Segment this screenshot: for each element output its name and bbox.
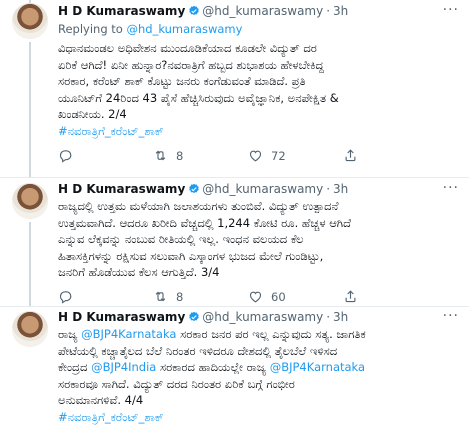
author-name[interactable]: H D Kumaraswamy <box>58 310 185 324</box>
author-name[interactable]: H D Kumaraswamy <box>58 182 185 196</box>
author-handle[interactable]: @hd_kumaraswamy <box>202 182 323 196</box>
text-segment: ರಾಜ್ಯ <box>58 327 82 341</box>
tweet-text-line: ವಿಧಾನಮಂಡಲ ಅಧಿವೇಶನ ಮುಂದೂಡಿಕೆಯಾದ ಕೂಡಲೇ ವಿದ… <box>58 41 317 55</box>
like-count: 60 <box>271 289 286 304</box>
tweet-text-line: ಏರಿಕೆ ಆಗಿದೆ! ಏನೀ ಹುನ್ನಾರ?ನವರಾತ್ರಿಗೆ ಹಬ್ಬ… <box>58 57 325 72</box>
share-icon <box>345 149 356 162</box>
tweet-actions: 8 72 <box>58 148 448 163</box>
retweet-icon <box>155 291 166 302</box>
retweet-icon <box>155 150 166 161</box>
avatar[interactable] <box>12 183 48 219</box>
tweet-text-line: ಖಂಡನೀಯ. 2/4 <box>58 107 127 121</box>
reply-button[interactable] <box>58 148 153 163</box>
more-options-icon[interactable]: ··· <box>443 2 459 18</box>
replying-to-label: Replying to <box>58 22 127 36</box>
reply-icon <box>59 150 72 163</box>
reply-button[interactable] <box>58 289 153 304</box>
share-icon <box>345 290 356 303</box>
timestamp[interactable]: 3h <box>333 310 348 324</box>
verified-badge-icon <box>189 183 200 194</box>
tweet-text: ರಾಜ್ಯದಲ್ಲಿ ಉತ್ತಮ ಮಳೆಯಾಗಿ ಜಲಾಶಯಗಳು ತುಂಬಿವ… <box>58 198 458 281</box>
tweet-text-line: ಕೇಂದ್ರದ @BJP4India ಸರಕಾರದ ಹಾದಿಯಲ್ಲೇ ರಾಜ್… <box>58 359 458 376</box>
mention-link[interactable]: @BJP4India <box>91 360 156 374</box>
replying-to: Replying to @hd_kumaraswamy <box>58 22 242 36</box>
retweet-button[interactable]: 8 <box>153 148 248 163</box>
timestamp[interactable]: 3h <box>333 182 348 196</box>
text-segment: ಸರಕಾರದ ಹಾದಿಯಲ್ಲೇ ರಾಜ್ಯ <box>156 360 270 374</box>
like-button[interactable]: 72 <box>248 148 343 163</box>
author-name[interactable]: H D Kumaraswamy <box>58 4 185 18</box>
tweet[interactable]: H D Kumaraswamy @hd_kumaraswamy · 3h ···… <box>0 178 469 306</box>
tweet-text-line: ರಾಜ್ಯ @BJP4Karnataka ಸರಕಾರ ಜನರ ಪರ ಇಲ್ಲ ಎ… <box>58 326 458 343</box>
separator-dot: · <box>326 310 331 324</box>
share-button[interactable] <box>343 289 438 304</box>
hashtag-link[interactable]: #ನವರಾತ್ರಿಗೆ_ಕರೆಂಟ್_ಶಾಕ್ <box>58 409 458 426</box>
tweet-text-line: ಉತ್ತಮವಾಗಿದೆ. ಆದರೂ ಖರೀದಿ ವೆಚ್ಚದಲ್ಲಿ 1,244… <box>58 215 351 230</box>
separator-dot: · <box>326 182 331 196</box>
tweet-text-line: ಅನುಮಾನಗಳಿವೆ. 4/4 <box>58 393 144 407</box>
tweet-actions: 8 60 <box>58 289 448 304</box>
verified-badge-icon <box>189 5 200 16</box>
hashtag-link[interactable]: #ನವರಾತ್ರಿಗೆ_ಕರೆಂಟ್_ಶಾಕ್ <box>58 123 458 140</box>
thread-connector <box>29 42 31 178</box>
retweet-button[interactable]: 8 <box>153 289 248 304</box>
tweet[interactable]: H D Kumaraswamy @hd_kumaraswamy · 3h ···… <box>0 306 469 433</box>
tweet-header: H D Kumaraswamy @hd_kumaraswamy · 3h <box>58 4 348 18</box>
reply-icon <box>59 291 72 304</box>
avatar[interactable] <box>12 311 48 347</box>
tweet-text-line: ಹಿತಾಸಕ್ತಿಗಳನ್ನು ರಕ್ಷಿಸುವ ಸಲುವಾಗಿ ಎಸ್ಕಾಂಗ… <box>58 248 324 263</box>
tweet-text-line: ಎನ್ನುವ ಲೆಕ್ಕವನ್ನು ನಂಬುವ ರೀತಿಯಲ್ಲಿ ಇಲ್ಲ. … <box>58 232 304 246</box>
mention-link[interactable]: @hd_kumaraswamy <box>127 22 243 36</box>
tweet-text-line: ಸರಕಾರ, ಕರೆಂಟ್ ಶಾಕ್ ಕೊಟ್ಟು ಜನರು ಕಂಗೆಡುವಂತ… <box>58 74 306 88</box>
verified-badge-icon <box>189 311 200 322</box>
tweet[interactable]: H D Kumaraswamy @hd_kumaraswamy · 3h ···… <box>0 0 469 178</box>
tweet-header: H D Kumaraswamy @hd_kumaraswamy · 3h <box>58 182 348 196</box>
mention-link[interactable]: @BJP4Karnataka <box>81 327 176 341</box>
thread-connector <box>29 222 31 306</box>
tweet-text-line: ರಾಜ್ಯದಲ್ಲಿ ಉತ್ತಮ ಮಳೆಯಾಗಿ ಜಲಾಶಯಗಳು ತುಂಬಿವ… <box>58 199 339 213</box>
timestamp[interactable]: 3h <box>333 4 348 18</box>
share-button[interactable] <box>343 148 438 163</box>
tweet-thread: H D Kumaraswamy @hd_kumaraswamy · 3h ···… <box>0 0 469 433</box>
text-segment: ಕೇಂದ್ರದ <box>58 360 92 374</box>
like-button[interactable]: 60 <box>248 289 343 304</box>
separator-dot: · <box>326 4 331 18</box>
author-handle[interactable]: @hd_kumaraswamy <box>202 310 323 324</box>
heart-icon <box>249 150 262 162</box>
more-options-icon[interactable]: ··· <box>443 180 459 196</box>
tweet-text-line: ಯೂನಿಟ್‌ಗೆ 24ರಿಂದ 43 ಪೈಸೆ ಹೆಚ್ಚಿಸಿರುವುದು … <box>58 90 339 105</box>
tweet-text-line: ಸರಕಾರವೂ ಸಾಗಿದೆ. ವಿದ್ಯುತ್ ದರದ ನಿರಂತರ ಏರಿಕ… <box>58 376 295 391</box>
author-handle[interactable]: @hd_kumaraswamy <box>202 4 323 18</box>
tweet-text: ವಿಧಾನಮಂಡಲ ಅಧಿವೇಶನ ಮುಂದೂಡಿಕೆಯಾದ ಕೂಡಲೇ ವಿದ… <box>58 40 458 139</box>
retweet-count: 8 <box>176 289 184 304</box>
avatar[interactable] <box>12 3 48 39</box>
mention-link[interactable]: @BJP4Karnataka <box>270 360 365 374</box>
retweet-count: 8 <box>176 148 184 163</box>
like-count: 72 <box>271 148 286 163</box>
heart-icon <box>249 291 262 303</box>
more-options-icon[interactable]: ··· <box>443 308 459 324</box>
tweet-text-line: ಜನರಿಗೆ ಹೊಡೆಯುವ ಕೆಲಸ ಆಗುತ್ತಿದೆ. 3/4 <box>58 265 220 279</box>
tweet-text: ರಾಜ್ಯ @BJP4Karnataka ಸರಕಾರ ಜನರ ಪರ ಇಲ್ಲ ಎ… <box>58 326 458 425</box>
tweet-text-line: ಪೇಟೆಯಲ್ಲಿ ಕಚ್ಚಾತೈಲದ ಬೆಲೆ ನಿರಂತರ ಇಳಿದರೂ ದ… <box>58 343 338 358</box>
tweet-header: H D Kumaraswamy @hd_kumaraswamy · 3h <box>58 310 348 324</box>
text-segment: ಸರಕಾರ ಜನರ ಪರ ಇಲ್ಲ ಎನ್ನುವುದು ಸತ್ಯ. ಜಾಗತಿಕ <box>176 327 366 341</box>
